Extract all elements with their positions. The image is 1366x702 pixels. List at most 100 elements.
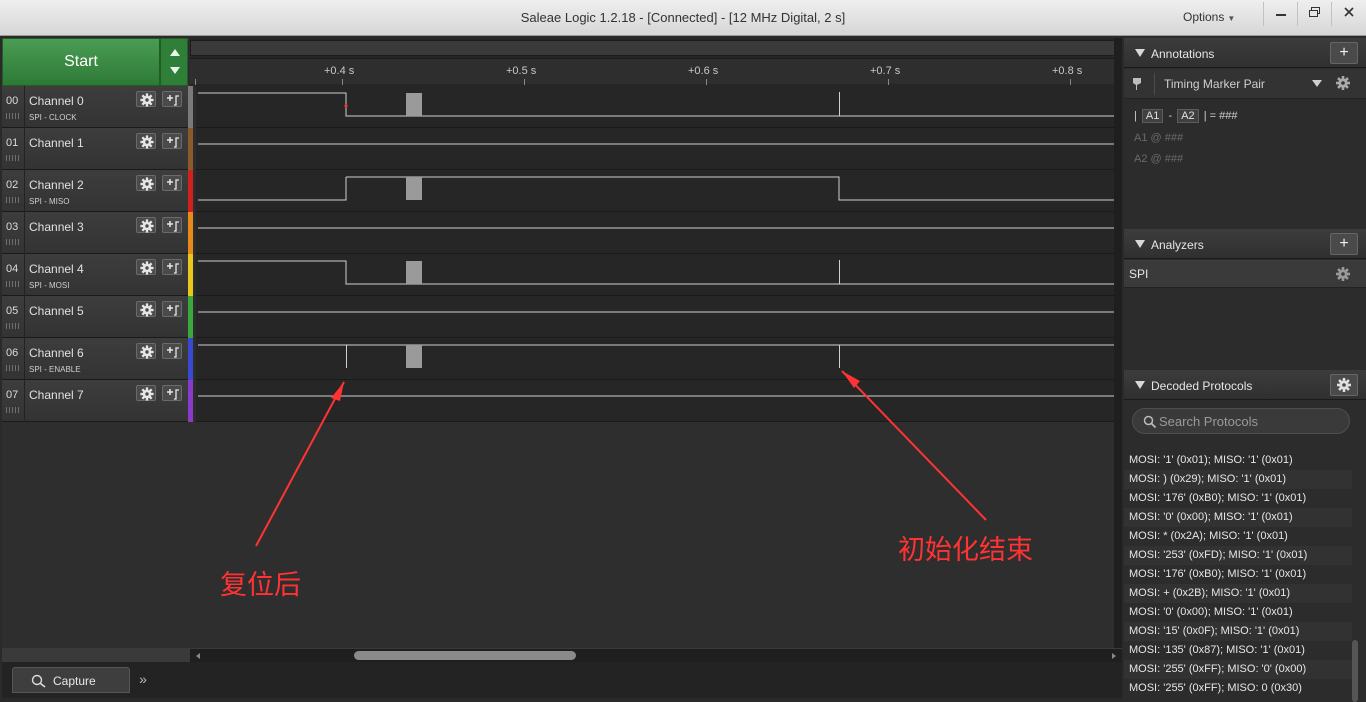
minimize-button[interactable]: [1263, 2, 1297, 26]
decoded-list-item[interactable]: MOSI: '0' (0x00); MISO: '1' (0x01): [1124, 508, 1352, 527]
channel-name[interactable]: Channel 4: [29, 262, 84, 276]
drag-handle-icon[interactable]: [6, 155, 20, 161]
divider: [24, 212, 25, 254]
tab-capture[interactable]: Capture: [12, 667, 130, 693]
decoded-list-item[interactable]: MOSI: '0' (0x00); MISO: '1' (0x01): [1124, 603, 1352, 622]
channel-row[interactable]: 02 Channel 2 SPI - MISO: [2, 170, 193, 212]
drag-handle-icon[interactable]: [6, 197, 20, 203]
divider: [24, 338, 25, 380]
add-trigger-button[interactable]: [162, 217, 182, 233]
drag-handle-icon[interactable]: [6, 407, 20, 413]
analyzers-empty-space: [1124, 289, 1366, 369]
channel-name[interactable]: Channel 0: [29, 94, 84, 108]
waveform-burst: [406, 261, 422, 284]
scroll-left-icon[interactable]: [196, 653, 200, 659]
scrollbar-thumb[interactable]: [354, 651, 576, 660]
marker-a2-tag[interactable]: A2: [1177, 109, 1199, 123]
search-box[interactable]: [1132, 408, 1350, 434]
horizontal-scrollbar[interactable]: [190, 648, 1122, 662]
add-annotation-button[interactable]: +: [1330, 42, 1358, 64]
add-trigger-button[interactable]: [162, 91, 182, 107]
start-options-stepper[interactable]: [160, 38, 188, 86]
decoded-list-item[interactable]: MOSI: * (0x2A); MISO: '1' (0x01): [1124, 527, 1352, 546]
drag-handle-icon[interactable]: [6, 239, 20, 245]
gear-icon[interactable]: [1336, 76, 1350, 90]
channel-list: 00 Channel 0 SPI - CLOCK 01 Channel 1 02 Chann…: [2, 86, 193, 422]
decoded-list-item[interactable]: MOSI: '15' (0x0F); MISO: '1' (0x01): [1124, 622, 1352, 641]
decoded-protocols-list[interactable]: MOSI: '1' (0x01); MISO: '1' (0x01) MOSI: …: [1124, 446, 1352, 702]
timing-marker-row[interactable]: Timing Marker Pair: [1124, 69, 1366, 99]
channel-settings-button[interactable]: [136, 91, 156, 107]
analyzers-header[interactable]: Analyzers +: [1124, 229, 1366, 259]
decoded-list-item[interactable]: MOSI: '253' (0xFD); MISO: '1' (0x01): [1124, 546, 1352, 565]
overview-scrollbar[interactable]: [190, 40, 1116, 56]
decoded-settings-button[interactable]: [1330, 374, 1358, 396]
decoded-list-item[interactable]: MOSI: '135' (0x87); MISO: '1' (0x01): [1124, 641, 1352, 660]
drag-handle-icon[interactable]: [6, 281, 20, 287]
waveform-burst: [406, 345, 422, 368]
add-trigger-button[interactable]: [162, 175, 182, 191]
decoded-list-item[interactable]: MOSI: '176' (0xB0); MISO: '1' (0x01): [1124, 489, 1352, 508]
start-button[interactable]: Start: [2, 38, 160, 86]
channel-row[interactable]: 06 Channel 6 SPI - ENABLE: [2, 338, 193, 380]
channel-track: [196, 170, 1114, 212]
title-bar: Saleae Logic 1.2.18 - [Connected] - [12 …: [0, 0, 1366, 36]
channel-row[interactable]: 03 Channel 3: [2, 212, 193, 254]
add-trigger-button[interactable]: [162, 133, 182, 149]
drag-handle-icon[interactable]: [6, 113, 20, 119]
gear-icon: [140, 219, 154, 233]
channel-settings-button[interactable]: [136, 343, 156, 359]
options-menu[interactable]: Options ▼: [1183, 10, 1235, 24]
add-analyzer-button[interactable]: +: [1330, 233, 1358, 255]
channel-row[interactable]: 07 Channel 7: [2, 380, 193, 422]
list-scrollbar-thumb[interactable]: [1352, 640, 1358, 702]
waveform-burst: [406, 93, 422, 116]
decoded-list-item[interactable]: MOSI: '255' (0xFF); MISO: '0' (0x00): [1124, 660, 1352, 679]
channel-settings-button[interactable]: [136, 217, 156, 233]
channel-name[interactable]: Channel 7: [29, 388, 84, 402]
trigger-plus-icon: [167, 305, 179, 316]
drag-handle-icon[interactable]: [6, 323, 20, 329]
channel-settings-button[interactable]: [136, 259, 156, 275]
add-trigger-button[interactable]: [162, 343, 182, 359]
channel-name[interactable]: Channel 6: [29, 346, 84, 360]
decoded-list-item[interactable]: MOSI: ) (0x29); MISO: '1' (0x01): [1124, 470, 1352, 489]
add-trigger-button[interactable]: [162, 301, 182, 317]
decoded-list-item[interactable]: MOSI: '255' (0xFF); MISO: 0 (0x30): [1124, 679, 1352, 698]
decoded-protocols-header[interactable]: Decoded Protocols: [1124, 370, 1366, 400]
marker-a1-tag[interactable]: A1: [1141, 109, 1164, 123]
annotations-header[interactable]: Annotations +: [1124, 38, 1366, 68]
expand-tabs-icon[interactable]: »: [130, 667, 156, 693]
channel-name[interactable]: Channel 5: [29, 304, 84, 318]
channel-settings-button[interactable]: [136, 133, 156, 149]
chevron-down-icon[interactable]: [1312, 80, 1322, 87]
channel-row[interactable]: 05 Channel 5: [2, 296, 193, 338]
add-trigger-button[interactable]: [162, 385, 182, 401]
add-trigger-button[interactable]: [162, 259, 182, 275]
time-ruler[interactable]: +0.4 s +0.5 s +0.6 s +0.7 s +0.8 s: [190, 58, 1116, 85]
channel-row[interactable]: 00 Channel 0 SPI - CLOCK: [2, 86, 193, 128]
channel-row[interactable]: 04 Channel 4 SPI - MOSI: [2, 254, 193, 296]
channel-name[interactable]: Channel 3: [29, 220, 84, 234]
channel-name[interactable]: Channel 1: [29, 136, 84, 150]
waveform-area[interactable]: [196, 86, 1114, 422]
annotation-measurements: | A1 - A2 | = ### A1 @ ### A2 @ ###: [1124, 100, 1366, 228]
close-button[interactable]: [1331, 2, 1365, 26]
drag-handle-icon[interactable]: [6, 365, 20, 371]
channel-settings-button[interactable]: [136, 301, 156, 317]
channel-name[interactable]: Channel 2: [29, 178, 84, 192]
vertical-scrollbar[interactable]: [1114, 38, 1122, 648]
channel-row[interactable]: 01 Channel 1: [2, 128, 193, 170]
gear-icon: [140, 93, 154, 107]
channel-settings-button[interactable]: [136, 385, 156, 401]
decoded-list-item[interactable]: MOSI: + (0x2B); MISO: '1' (0x01): [1124, 584, 1352, 603]
search-input[interactable]: [1159, 412, 1343, 430]
analyzer-item-spi[interactable]: SPI: [1124, 260, 1366, 288]
channel-track: [196, 254, 1114, 296]
restore-button[interactable]: [1297, 2, 1331, 26]
decoded-list-item[interactable]: MOSI: '176' (0xB0); MISO: '1' (0x01): [1124, 565, 1352, 584]
decoded-list-item[interactable]: MOSI: '1' (0x01); MISO: '1' (0x01): [1124, 451, 1352, 470]
scroll-right-icon[interactable]: [1112, 653, 1116, 659]
channel-settings-button[interactable]: [136, 175, 156, 191]
gear-icon[interactable]: [1336, 267, 1350, 281]
